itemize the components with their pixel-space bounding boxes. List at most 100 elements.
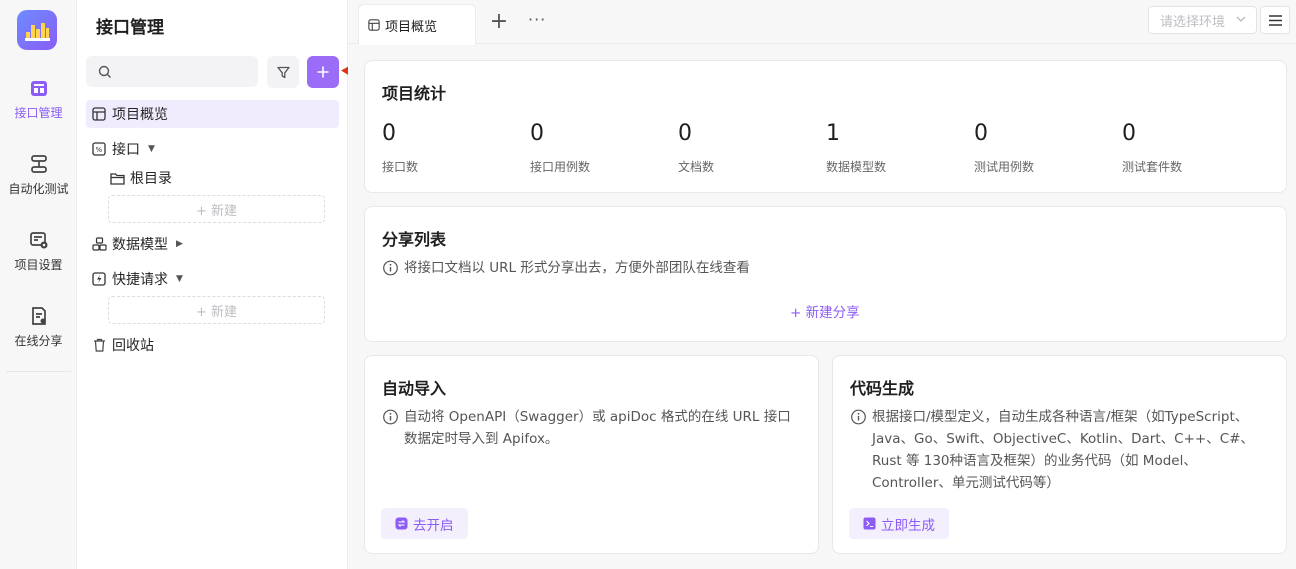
button-label: 去开启 (413, 517, 454, 534)
stat-label: 测试套件数 (1122, 160, 1183, 174)
sync-icon (395, 517, 408, 530)
tree-item-label: 数据模型 (112, 237, 168, 253)
enable-import-button[interactable]: 去开启 (381, 508, 468, 539)
layout-icon (368, 19, 380, 31)
tree-item-root-folder[interactable]: 根目录 (104, 164, 339, 192)
card-title: 项目统计 (382, 84, 447, 103)
tree-item-project-overview[interactable]: 项目概览 (86, 100, 339, 128)
api-tree-panel: 接口管理 项目概览 % 接口 ▼ 根目录 + 新建 数据模型 ▶ 快捷请求 ▼ … (77, 0, 398, 569)
tab-label: 项目概览 (385, 19, 438, 35)
stat-value: 0 (1122, 121, 1136, 146)
stat-test-suite-count: 0 测试套件数 (1122, 121, 1182, 175)
tree-item-label: 接口 (112, 142, 140, 158)
tree-item-label: 根目录 (130, 171, 172, 187)
card-title: 分享列表 (382, 230, 447, 249)
new-api-button[interactable]: + 新建 (108, 195, 325, 223)
stat-model-count: 1 数据模型数 (826, 121, 886, 175)
share-description: 将接口文档以 URL 形式分享出去，方便外部团队在线查看 (382, 257, 1262, 279)
rail-label: 接口管理 (14, 106, 63, 120)
api-manage-icon (30, 81, 47, 96)
stat-value: 0 (530, 121, 544, 146)
import-description: 自动将 OpenAPI（Swagger）或 apiDoc 格式的在线 URL 接… (382, 406, 802, 450)
info-icon (383, 409, 398, 425)
new-label: + 新建 (195, 304, 238, 320)
description-text: 自动将 OpenAPI（Swagger）或 apiDoc 格式的在线 URL 接… (404, 409, 791, 447)
tree-item-label: 快捷请求 (112, 272, 168, 288)
rail-label: 自动化测试 (8, 182, 69, 196)
menu-button[interactable] (1260, 6, 1290, 34)
layout-icon (91, 106, 107, 122)
card-title: 自动导入 (382, 379, 447, 398)
rail-label: 项目设置 (14, 258, 63, 272)
folder-icon (109, 170, 125, 186)
caret-down-icon[interactable]: ▼ (148, 144, 155, 154)
stat-doc-count: 0 文档数 (678, 121, 714, 175)
caret-right-icon[interactable]: ▶ (176, 239, 183, 249)
stat-label: 接口用例数 (530, 160, 591, 174)
caret-down-icon[interactable]: ▼ (176, 274, 183, 284)
apifox-logo-icon[interactable] (17, 10, 57, 50)
stat-label: 文档数 (678, 160, 715, 174)
menu-icon (1268, 14, 1282, 26)
stat-label: 测试用例数 (974, 160, 1035, 174)
button-label: 立即生成 (881, 517, 935, 534)
automation-test-icon (30, 155, 47, 173)
stat-label: 数据模型数 (826, 160, 887, 174)
main-area: 项目概览 + ··· 请选择环境 项目统计 0 接口数 0 接口用例数 0 文档… (348, 0, 1296, 569)
stat-value: 1 (826, 121, 840, 146)
project-settings-icon (29, 232, 47, 249)
data-model-icon (91, 236, 107, 252)
app-rail: 接口管理 自动化测试 项目设置 在线分享 (0, 0, 77, 569)
online-share-icon (31, 307, 46, 325)
card-title: 代码生成 (850, 379, 915, 398)
codegen-description: 根据接口/模型定义，自动生成各种语言/框架（如TypeScript、Java、G… (850, 406, 1275, 494)
search-input[interactable] (86, 56, 258, 87)
stat-label: 接口数 (382, 160, 419, 174)
rail-item-api-manage[interactable]: 接口管理 (0, 78, 77, 121)
generate-code-button[interactable]: 立即生成 (849, 508, 949, 539)
add-tab-button[interactable]: + (488, 11, 510, 33)
code-generation-card: 代码生成 根据接口/模型定义，自动生成各种语言/框架（如TypeScript、J… (832, 355, 1287, 554)
search-icon (98, 65, 111, 78)
info-icon (851, 409, 866, 425)
new-label: + 新建 (195, 203, 238, 219)
plus-icon (317, 66, 329, 78)
rail-item-online-share[interactable]: 在线分享 (0, 306, 77, 349)
more-tabs-button[interactable]: ··· (528, 10, 546, 29)
chevron-down-icon (1236, 16, 1246, 22)
tree-item-quick-request[interactable]: 快捷请求 ▼ (86, 265, 339, 293)
rail-item-project-settings[interactable]: 项目设置 (0, 230, 77, 273)
tree-item-label: 项目概览 (112, 107, 168, 123)
environment-select[interactable]: 请选择环境 (1148, 6, 1257, 34)
stat-value: 0 (974, 121, 988, 146)
stat-api-case-count: 0 接口用例数 (530, 121, 590, 175)
environment-placeholder: 请选择环境 (1160, 14, 1226, 30)
new-share-link[interactable]: + 新建分享 (790, 301, 860, 321)
add-button[interactable] (307, 56, 339, 88)
rail-divider (6, 371, 71, 372)
tree-item-label: 回收站 (112, 338, 154, 354)
project-stats-card: 项目统计 0 接口数 0 接口用例数 0 文档数 1 数据模型数 0 测试用例数… (364, 60, 1287, 193)
tree-item-data-models[interactable]: 数据模型 ▶ (86, 230, 339, 258)
tree-item-api[interactable]: % 接口 ▼ (86, 135, 339, 163)
tab-bar: 项目概览 + ··· 请选择环境 (348, 0, 1296, 45)
rail-item-automation[interactable]: 自动化测试 (0, 154, 77, 197)
panel-title: 接口管理 (96, 18, 164, 38)
stat-test-case-count: 0 测试用例数 (974, 121, 1034, 175)
tree-item-trash[interactable]: 回收站 (86, 331, 339, 359)
new-quick-request-button[interactable]: + 新建 (108, 296, 325, 324)
filter-button[interactable] (267, 56, 299, 88)
stat-api-count: 0 接口数 (382, 121, 418, 175)
auto-import-card: 自动导入 自动将 OpenAPI（Swagger）或 apiDoc 格式的在线 … (364, 355, 819, 554)
lightning-icon (91, 271, 107, 287)
terminal-icon (863, 517, 876, 530)
api-icon: % (91, 141, 107, 157)
rail-label: 在线分享 (14, 334, 63, 348)
trash-icon (91, 337, 107, 353)
stat-value: 0 (382, 121, 396, 146)
stat-value: 0 (678, 121, 692, 146)
tab-project-overview[interactable]: 项目概览 (358, 4, 476, 45)
description-text: 将接口文档以 URL 形式分享出去，方便外部团队在线查看 (404, 260, 750, 276)
description-text: 根据接口/模型定义，自动生成各种语言/框架（如TypeScript、Java、G… (872, 409, 1254, 491)
share-list-card: 分享列表 将接口文档以 URL 形式分享出去，方便外部团队在线查看 + 新建分享 (364, 206, 1287, 342)
